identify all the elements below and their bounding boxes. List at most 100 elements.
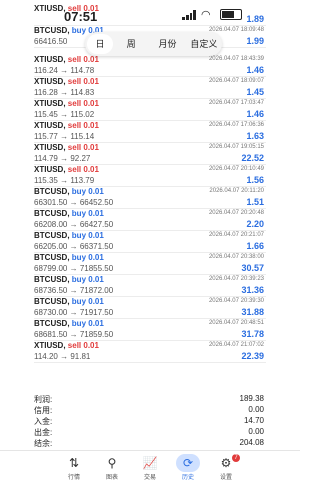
trade-datetime: 2026.04.07 17:03:47	[208, 100, 264, 106]
trade-profit: 31.36	[241, 285, 264, 295]
trade-datetime: 2026.04.07 20:21:07	[208, 232, 264, 238]
summary-row: 利润: 189.38	[34, 394, 264, 405]
summary-label: 出金:	[34, 428, 53, 437]
status-time: 07:51	[64, 9, 98, 24]
status-icons: ◠	[182, 9, 242, 20]
summary-value: 189.38	[239, 394, 264, 403]
trade-symbol: BTCUSD, buy 0.01	[34, 231, 104, 240]
trade-side: buy 0.01	[71, 275, 104, 284]
trade-symbol: XTIUSD, sell 0.01	[34, 77, 99, 86]
trade-profit: 1.51	[246, 197, 264, 207]
trade-symbol-text: BTCUSD	[34, 231, 68, 240]
period-selector: 日 周 月份 自定义	[85, 32, 222, 56]
trade-icon: 📈	[142, 456, 158, 470]
trade-row[interactable]: BTCUSD, buy 0.01 68681.50 → 71859.50 2026.…	[0, 319, 300, 341]
trade-prices: 68730.00 → 71917.50	[34, 308, 114, 317]
nav-settings-tab[interactable]: ⚙ 设置 7	[212, 454, 240, 504]
trade-datetime: 2026.04.07 20:39:23	[208, 276, 264, 282]
trade-row[interactable]: XTIUSD, sell 0.01 114.79 → 92.27 2026.04.0…	[0, 143, 300, 165]
trade-profit: 1.45	[246, 87, 264, 97]
trade-row[interactable]: XTIUSD, sell 0.01 116.28 → 114.83 2026.04.…	[0, 77, 300, 99]
trade-datetime: 2026.04.07 20:39:30	[208, 298, 264, 304]
trade-prices: 68681.50 → 71859.50	[34, 330, 114, 339]
trade-row[interactable]: BTCUSD, buy 0.01 68799.00 → 71855.50 2026.…	[0, 253, 300, 275]
summary-value: 0.00	[248, 405, 264, 414]
trade-symbol: XTIUSD, sell 0.01	[34, 143, 99, 152]
trade-symbol: XTIUSD, sell 0.01	[34, 165, 99, 174]
trade-datetime: 2026.04.07 18:43:39	[208, 56, 264, 62]
trade-prices: 68736.50 → 71872.00	[34, 286, 114, 295]
trade-row[interactable]: BTCUSD, buy 0.01 66301.50 → 66452.50 2026.…	[0, 187, 300, 209]
bottom-navigation: ⇅ 行情 ⚲ 图表 📈 交易 ⟳ 历史 ⚙ 设置 7	[0, 450, 300, 504]
nav-quotes-tab[interactable]: ⇅ 行情	[60, 454, 88, 504]
nav-label: 图表	[105, 475, 118, 481]
trade-profit: 1.46	[246, 109, 264, 119]
trade-side: buy 0.01	[71, 231, 104, 240]
trade-symbol: XTIUSD, sell 0.01	[34, 55, 99, 64]
nav-trade-tab[interactable]: 📈 交易	[136, 454, 164, 504]
nav-label: 交易	[143, 475, 156, 481]
trade-prices: 114.79 → 92.27	[34, 154, 91, 163]
trade-profit: 2.20	[246, 219, 264, 229]
trade-row[interactable]: BTCUSD, buy 0.01 66208.00 → 66427.50 2026.…	[0, 209, 300, 231]
notification-badge: 7	[232, 454, 240, 462]
status-bar: 07:51 ◠	[0, 0, 300, 30]
trade-symbol: BTCUSD, buy 0.01	[34, 209, 104, 218]
trade-symbol: BTCUSD, buy 0.01	[34, 275, 104, 284]
nav-label: 设置	[219, 475, 232, 481]
trade-datetime: 2026.04.07 20:11:20	[209, 188, 264, 194]
trade-side: buy 0.01	[71, 253, 104, 262]
history-icon: ⟳	[176, 454, 200, 472]
period-custom-button[interactable]: 自定义	[186, 32, 222, 56]
trade-row[interactable]: BTCUSD, buy 0.01 66205.00 → 66371.50 2026.…	[0, 231, 300, 253]
trade-symbol-text: XTIUSD	[34, 55, 64, 64]
trade-symbol-text: BTCUSD	[34, 253, 68, 262]
nav-chart-tab[interactable]: ⚲ 图表	[98, 454, 126, 504]
trade-row[interactable]: XTIUSD, sell 0.01 116.24 → 114.78 2026.04.…	[0, 55, 300, 77]
summary-row: 结余: 204.08	[34, 438, 264, 449]
trade-prices: 66301.50 → 66452.50	[34, 198, 114, 207]
trade-side: sell 0.01	[67, 55, 99, 64]
trade-datetime: 2026.04.07 20:38:00	[208, 254, 264, 260]
trade-profit: 31.78	[241, 329, 264, 339]
summary-value: 14.70	[243, 416, 264, 425]
nav-history-tab[interactable]: ⟳ 历史	[174, 454, 202, 504]
trade-profit: 1.66	[246, 241, 264, 251]
trade-prices: 114.20 → 91.81	[34, 352, 91, 361]
trade-profit: 31.88	[241, 307, 264, 317]
trade-row[interactable]: XTIUSD, sell 0.01 115.35 → 113.79 2026.04.…	[0, 165, 300, 187]
trade-row[interactable]: XTIUSD, sell 0.01 114.20 → 91.81 2026.04.0…	[0, 341, 300, 363]
summary-value: 204.08	[239, 438, 264, 447]
trade-datetime: 2026.04.07 17:06:36	[208, 122, 264, 128]
period-day-button[interactable]: 日	[87, 34, 113, 54]
trade-row[interactable]: XTIUSD, sell 0.01 115.45 → 115.02 2026.04.…	[0, 99, 300, 121]
trade-side: sell 0.01	[67, 143, 99, 152]
trade-row[interactable]: BTCUSD, buy 0.01 68730.00 → 71917.50 2026.…	[0, 297, 300, 319]
trade-symbol-text: XTIUSD	[34, 341, 64, 350]
trade-symbol-text: XTIUSD	[34, 77, 64, 86]
summary-label: 结余:	[34, 439, 53, 448]
trade-prices: 115.77 → 115.14	[34, 132, 95, 141]
trade-symbol-text: BTCUSD	[34, 319, 68, 328]
trade-side: sell 0.01	[67, 99, 99, 108]
trade-symbol-text: BTCUSD	[34, 209, 68, 218]
trade-prices: 115.35 → 113.79	[34, 176, 95, 185]
trade-row[interactable]: XTIUSD, sell 0.01 115.77 → 115.14 2026.04.…	[0, 121, 300, 143]
trade-profit: 1.63	[246, 131, 264, 141]
trade-symbol-text: XTIUSD	[34, 143, 64, 152]
trade-symbol-text: BTCUSD	[34, 297, 68, 306]
trade-row[interactable]: BTCUSD, buy 0.01 68736.50 → 71872.00 2026.…	[0, 275, 300, 297]
trade-symbol: BTCUSD, buy 0.01	[34, 297, 104, 306]
battery-icon	[220, 9, 242, 20]
trade-datetime: 2026.04.07 20:10:49	[208, 166, 264, 172]
trade-symbol-text: BTCUSD	[34, 187, 68, 196]
trade-side: sell 0.01	[67, 165, 99, 174]
trade-side: sell 0.01	[67, 77, 99, 86]
period-week-button[interactable]: 周	[113, 32, 149, 56]
trade-profit: 30.57	[241, 263, 264, 273]
trade-prices: 116.28 → 114.83	[34, 88, 95, 97]
period-month-button[interactable]: 月份	[149, 32, 185, 56]
summary-row: 入金: 14.70	[34, 416, 264, 427]
signal-icon	[182, 9, 196, 20]
trade-datetime: 2026.04.07 18:09:07	[208, 78, 264, 84]
